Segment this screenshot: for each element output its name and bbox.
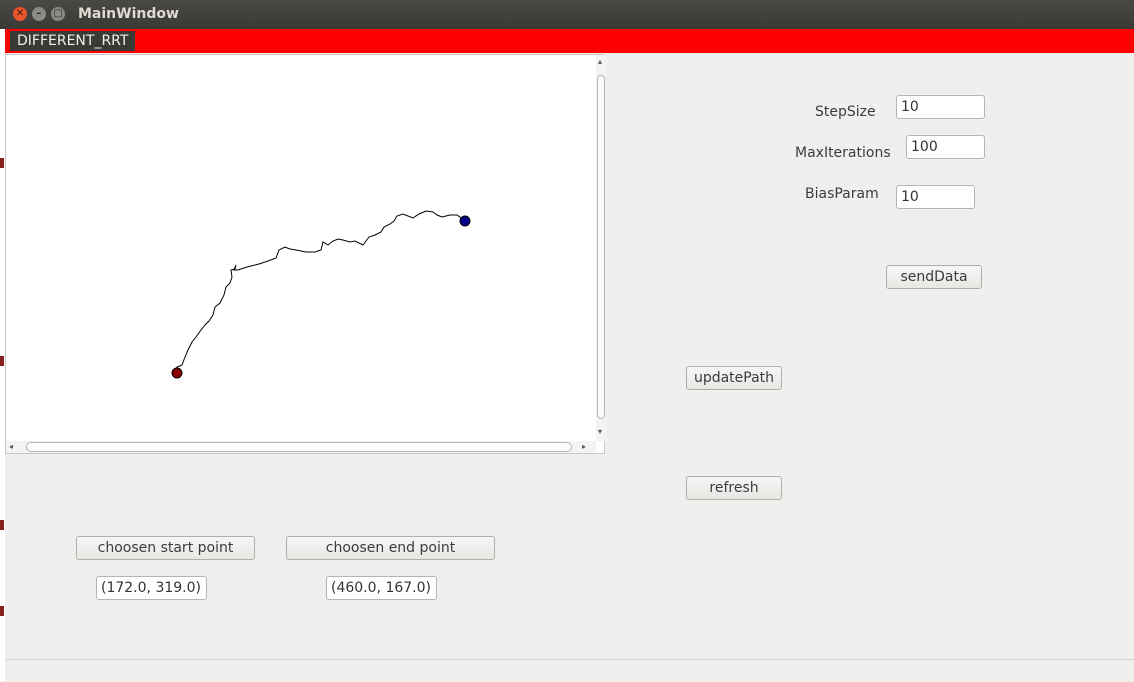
scroll-up-icon[interactable]: ▴ <box>598 57 602 67</box>
refresh-button[interactable]: refresh <box>686 476 782 500</box>
step-size-label: StepSize <box>815 104 876 120</box>
bias-param-label: BiasParam <box>805 186 879 202</box>
close-icon[interactable]: ✕ <box>13 7 27 21</box>
maximize-icon[interactable]: □ <box>51 7 65 21</box>
menu-different-rrt[interactable]: DIFFERENT_RRT <box>10 31 136 51</box>
title-bar: ✕ – □ MainWindow <box>0 0 1134 29</box>
desktop-edge-mark <box>0 356 4 366</box>
scroll-left-icon[interactable]: ◂ <box>9 442 13 452</box>
send-data-button[interactable]: sendData <box>886 265 982 289</box>
desktop-edge-mark <box>0 158 4 168</box>
vertical-scroll-thumb[interactable] <box>597 75 605 419</box>
scroll-down-icon[interactable]: ▾ <box>598 427 602 437</box>
rrt-path-line <box>172 210 465 374</box>
max-iterations-field[interactable]: 100 <box>906 135 985 159</box>
menu-bar: DIFFERENT_RRT <box>5 29 1134 53</box>
choose-end-point-button[interactable]: choosen end point <box>286 536 495 560</box>
start-point-value: (172.0, 319.0) <box>96 576 207 600</box>
end-point-marker <box>459 215 471 227</box>
choose-start-point-button[interactable]: choosen start point <box>76 536 255 560</box>
scroll-right-icon[interactable]: ▸ <box>582 442 586 452</box>
desktop-edge-mark <box>0 606 4 616</box>
step-size-field[interactable]: 10 <box>896 95 985 119</box>
path-canvas[interactable]: ▴ ▾ ◂ ▸ <box>5 54 606 454</box>
vertical-scrollbar[interactable]: ▴ ▾ <box>596 55 606 441</box>
desktop-edge-mark <box>0 520 4 530</box>
path-drawing <box>171 210 471 379</box>
window-title: MainWindow <box>78 6 179 22</box>
end-point-value: (460.0, 167.0) <box>326 576 437 600</box>
bias-param-field[interactable]: 10 <box>896 185 975 209</box>
horizontal-scrollbar[interactable]: ◂ ▸ <box>6 441 596 453</box>
update-path-button[interactable]: updatePath <box>686 366 782 390</box>
status-bar <box>5 659 1134 682</box>
horizontal-scroll-thumb[interactable] <box>26 442 572 452</box>
minimize-icon[interactable]: – <box>32 7 46 21</box>
max-iterations-label: MaxIterations <box>795 145 891 161</box>
start-point-marker <box>171 367 183 379</box>
